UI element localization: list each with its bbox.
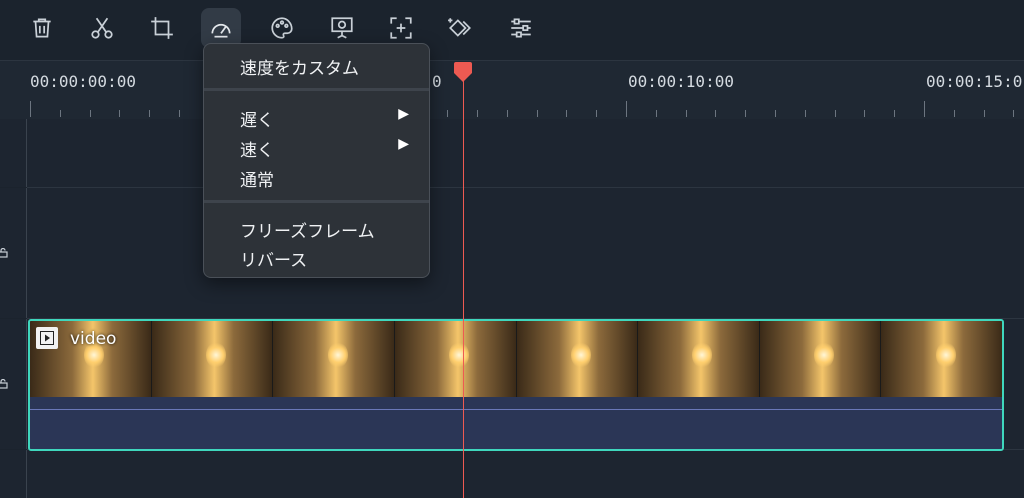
playhead-handle[interactable] xyxy=(454,62,472,82)
playhead-line[interactable] xyxy=(463,72,464,498)
track-header[interactable] xyxy=(0,119,27,187)
adjust-button[interactable] xyxy=(501,8,541,48)
ruler-tick xyxy=(626,101,627,117)
video-clip-icon xyxy=(36,327,58,349)
thumbnail-frame xyxy=(881,321,1002,397)
ruler-tick xyxy=(30,101,31,117)
thumbnail-frame xyxy=(638,321,760,397)
ruler-tick xyxy=(983,110,985,117)
add-keyframe-button[interactable] xyxy=(381,8,421,48)
menu-item-fast[interactable]: 速く ▶ xyxy=(240,136,429,161)
thumbnail-frame xyxy=(759,321,882,397)
ruler-tick xyxy=(596,110,598,117)
thumbnail-frame xyxy=(151,321,274,397)
ruler-tick xyxy=(59,110,61,117)
menu-item-reverse[interactable]: リバース xyxy=(240,246,307,271)
ruler-tick xyxy=(1013,110,1015,117)
keyframe-diamond-icon xyxy=(448,18,471,37)
lock-icon[interactable] xyxy=(0,248,8,258)
ruler-tick xyxy=(953,110,955,117)
track-header[interactable] xyxy=(0,450,27,498)
presentation-icon xyxy=(331,17,353,39)
ruler-tick xyxy=(179,110,180,117)
menu-item-label: 遅く xyxy=(240,111,274,131)
thumbnail-frame xyxy=(394,321,517,397)
ruler-tick xyxy=(804,110,806,117)
delete-button[interactable] xyxy=(22,8,62,48)
menu-item-normal[interactable]: 通常 xyxy=(240,166,274,191)
ruler-tick xyxy=(536,110,538,117)
frame-plus-icon xyxy=(390,17,412,39)
color-button[interactable] xyxy=(262,8,302,48)
submenu-arrow-icon: ▶ xyxy=(398,136,409,152)
ruler-tick xyxy=(149,110,151,117)
menu-item-freeze-frame[interactable]: フリーズフレーム xyxy=(240,217,375,242)
timeline-ruler[interactable]: 00:00:00:00 0 00:00:10:00 00:00:15:0 xyxy=(0,60,1024,120)
track-header[interactable] xyxy=(0,188,27,318)
timecode-label: 00:00:10:00 xyxy=(628,72,734,91)
ruler-tick xyxy=(894,110,896,117)
timecode-label: 00:00:00:00 xyxy=(30,72,136,91)
thumbnail-frame xyxy=(516,321,639,397)
lock-icon[interactable] xyxy=(0,379,8,389)
play-icon xyxy=(40,331,54,345)
timecode-label: 0 xyxy=(432,72,442,91)
clip-label: video xyxy=(70,329,117,349)
ruler-tick xyxy=(119,110,121,117)
keyframe-button[interactable] xyxy=(440,8,480,48)
track-row[interactable] xyxy=(27,119,1024,188)
ruler-tick xyxy=(775,110,776,117)
menu-item-slow[interactable]: 遅く ▶ xyxy=(240,106,429,131)
toolbar xyxy=(0,0,1024,60)
split-button[interactable] xyxy=(82,8,122,48)
trash-icon xyxy=(33,18,51,38)
sliders-icon xyxy=(511,18,531,38)
ruler-tick xyxy=(477,110,478,117)
ruler-tick xyxy=(447,110,449,117)
menu-item-custom-speed[interactable]: 速度をカスタム xyxy=(240,54,359,79)
crop-button[interactable] xyxy=(142,8,182,48)
ruler-tick xyxy=(745,110,747,117)
video-clip[interactable]: video xyxy=(28,319,1004,451)
ruler-tick xyxy=(834,110,836,117)
audio-level-line[interactable] xyxy=(30,409,1002,410)
submenu-arrow-icon: ▶ xyxy=(398,106,409,122)
track-header[interactable] xyxy=(0,319,27,449)
speed-button[interactable] xyxy=(201,8,241,48)
ruler-tick xyxy=(715,110,717,117)
timecode-label: 00:00:15:0 xyxy=(926,72,1023,91)
ruler-tick xyxy=(864,110,866,117)
speed-menu: 速度をカスタム 遅く ▶ 速く ▶ 通常 フリーズフレーム リバース xyxy=(203,43,430,278)
track-row[interactable] xyxy=(27,450,1024,498)
menu-item-label: 速く xyxy=(240,141,274,161)
ruler-tick xyxy=(924,101,925,117)
scissors-icon xyxy=(91,17,113,39)
crop-icon xyxy=(151,17,173,39)
ruler-tick xyxy=(89,110,91,117)
palette-icon xyxy=(271,17,293,39)
menu-separator xyxy=(204,200,429,203)
ruler-tick xyxy=(655,110,657,117)
clip-thumbnails xyxy=(30,321,1002,397)
speedometer-icon xyxy=(211,23,231,38)
ruler-tick xyxy=(566,110,568,117)
ruler-tick xyxy=(685,110,687,117)
thumbnail-frame xyxy=(273,321,395,397)
audio-waveform-area xyxy=(30,397,1002,449)
ruler-tick xyxy=(506,110,508,117)
presentation-button[interactable] xyxy=(322,8,362,48)
menu-separator xyxy=(204,88,429,91)
track-row[interactable] xyxy=(27,188,1024,319)
